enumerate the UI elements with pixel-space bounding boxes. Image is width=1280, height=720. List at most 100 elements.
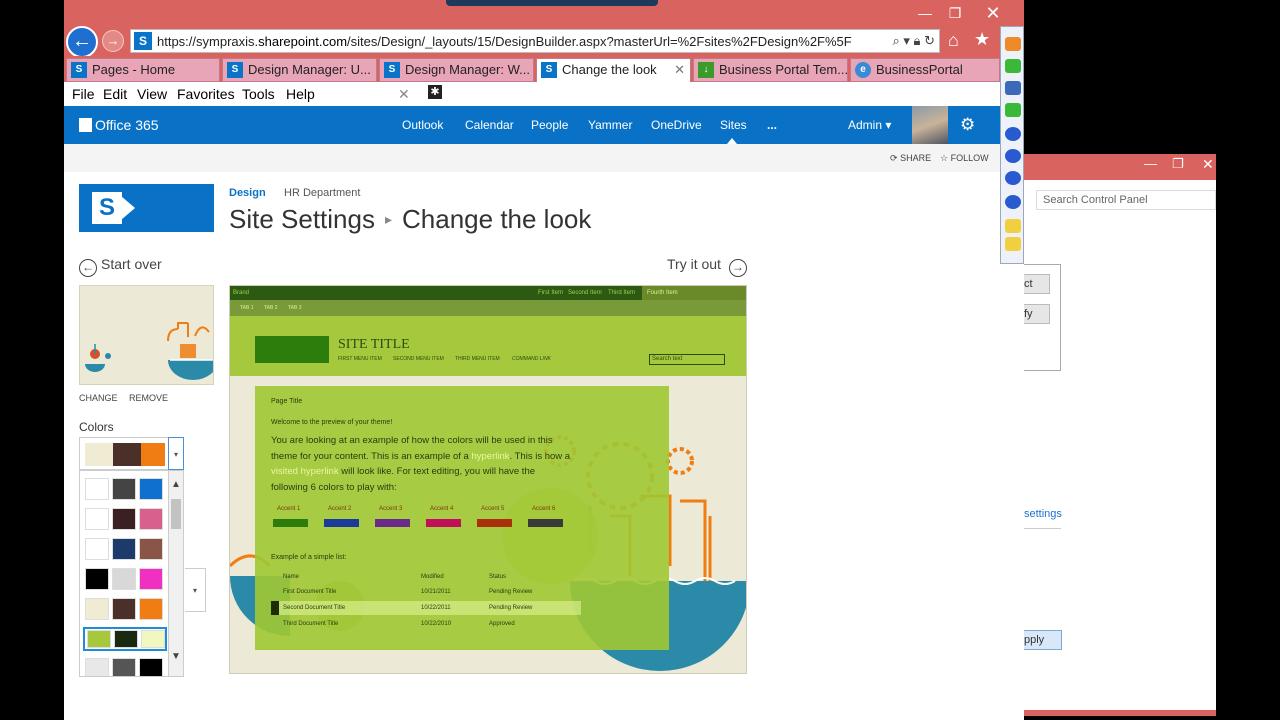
change-link[interactable]: CHANGE [79, 393, 118, 403]
back-button[interactable]: ← [66, 26, 98, 58]
tab-design-manager-u[interactable]: S Design Manager: U... [222, 58, 377, 82]
gear-icon[interactable]: ⚙ [960, 115, 975, 135]
scrollbar-thumb[interactable] [171, 499, 181, 529]
title-bar: — ❐ ✕ [64, 0, 1024, 26]
office365-logo[interactable]: Office 365 [79, 117, 159, 133]
font-dropdown-arrow-icon[interactable]: ▾ [185, 568, 206, 612]
close-button[interactable]: ✕ [978, 2, 1008, 24]
menu-help[interactable]: Help [286, 86, 315, 102]
preview-content: Page Title Welcome to the preview of you… [255, 386, 669, 650]
dropdown-arrow-icon[interactable]: ▾ [168, 437, 184, 470]
nav-calendar[interactable]: Calendar [465, 118, 514, 132]
cp-apply-button[interactable]: pply [1024, 630, 1062, 650]
cp-select-button[interactable]: ct [1024, 274, 1050, 294]
star-icon: ☆ [940, 153, 949, 163]
browser-window: — ❐ ✕ ← → S https://sympraxis.sharepoint… [64, 0, 1024, 720]
home-icon[interactable]: ⌂ [948, 30, 959, 51]
sharepoint-icon: S [71, 62, 87, 78]
avatar[interactable] [912, 106, 948, 144]
site-logo[interactable]: S [79, 184, 214, 232]
remove-link[interactable]: REMOVE [129, 393, 168, 403]
background-image-thumbnail[interactable] [79, 285, 214, 385]
tab-pages-home[interactable]: S Pages - Home [66, 58, 220, 82]
close-icon[interactable]: ✕ [398, 86, 410, 103]
sharepoint-icon: S [92, 192, 122, 224]
scroll-up-icon[interactable]: ▲ [171, 479, 181, 490]
cp-close-button[interactable]: ✕ [1202, 156, 1214, 173]
o365-suite-bar: Office 365 Outlook Calendar People Yamme… [64, 106, 1024, 144]
control-panel-search[interactable]: Search Control Panel [1036, 190, 1216, 210]
toolbar-pen-icon[interactable] [1005, 195, 1021, 209]
nav-yammer[interactable]: Yammer [588, 118, 632, 132]
refresh-icon[interactable]: ↻ [924, 33, 935, 48]
try-it-out-link[interactable]: Try it out → [667, 256, 747, 277]
nav-onedrive[interactable]: OneDrive [651, 118, 702, 132]
accent-swatch [273, 519, 308, 527]
toolbar-chat-icon[interactable] [1005, 171, 1021, 185]
accent-label: Accent 4 [430, 506, 454, 512]
color-scheme-option[interactable] [83, 507, 167, 531]
color-scheme-option[interactable] [83, 537, 167, 561]
scroll-down-icon[interactable]: ▼ [171, 651, 181, 662]
color-scheme-option[interactable] [83, 627, 167, 651]
preview-list-cell: First Document Title [283, 589, 337, 595]
url-tools[interactable]: ⌕ ▾ 🔒︎ ↻ [892, 33, 935, 49]
color-scheme-option[interactable] [83, 657, 167, 676]
menu-view[interactable]: View [137, 86, 167, 102]
toolbar-pause-icon[interactable] [1005, 127, 1021, 141]
minimize-button[interactable]: — [910, 2, 940, 24]
accent-swatch [426, 519, 461, 527]
cp-minimize-button[interactable]: — [1144, 156, 1157, 171]
menu-edit[interactable]: Edit [103, 86, 127, 102]
theme-preview: Brand First Item Second Item Third Item … [229, 285, 747, 674]
addon-icon[interactable]: ✱ [428, 85, 442, 99]
url-field[interactable]: S https://sympraxis.sharepoint.com/sites… [130, 29, 940, 53]
tab-businessportal[interactable]: e BusinessPortal [850, 58, 1000, 82]
toolbar-camera-icon[interactable] [1005, 81, 1021, 95]
color-scheme-option[interactable] [83, 597, 167, 621]
start-over-link[interactable]: ← Start over [79, 256, 162, 277]
menu-tools[interactable]: Tools [242, 86, 275, 102]
toolbar-screen-icon[interactable] [1005, 103, 1021, 117]
nav-outlook[interactable]: Outlook [402, 118, 443, 132]
share-button[interactable]: ⟳ SHARE [890, 153, 931, 164]
cp-maximize-button[interactable]: ❐ [1172, 156, 1184, 172]
menu-favorites[interactable]: Favorites [177, 86, 235, 102]
color-scheme-option[interactable] [83, 567, 167, 591]
nav-sites[interactable]: Sites [720, 118, 747, 132]
toolbar-pointer-icon[interactable] [1005, 149, 1021, 163]
close-tab-icon[interactable]: ✕ [674, 59, 685, 81]
toolbar-mic-icon[interactable] [1005, 59, 1021, 73]
tab-business-portal-template[interactable]: ↓ Business Portal Tem... [693, 58, 848, 82]
cp-modify-button[interactable]: fy [1024, 304, 1050, 324]
nav-more[interactable]: ... [767, 118, 777, 132]
tab-design-manager-w[interactable]: S Design Manager: W... [379, 58, 534, 82]
maximize-button[interactable]: ❐ [940, 2, 970, 24]
color-swatch [139, 538, 163, 560]
lock-icon[interactable]: 🔒︎ [914, 33, 921, 48]
preview-header: SITE TITLE FIRST MENU ITEM SECOND MENU I… [230, 316, 746, 376]
toolbar-help-icon[interactable] [1005, 237, 1021, 251]
preview-list-cell: Second Document Title [283, 605, 346, 611]
title-site-settings[interactable]: Site Settings [229, 204, 375, 234]
chevron-down-icon[interactable]: ▾ [903, 33, 910, 48]
breadcrumb-hr-department[interactable]: HR Department [284, 187, 360, 199]
cp-settings-link[interactable]: settings [1024, 508, 1062, 520]
download-icon: ↓ [698, 62, 714, 78]
forward-button[interactable]: → [102, 30, 124, 52]
favorites-star-icon[interactable]: ★ [974, 29, 990, 50]
nav-people[interactable]: People [531, 118, 568, 132]
user-menu[interactable]: Admin ▾ [848, 118, 891, 132]
search-icon[interactable]: ⌕ [892, 33, 899, 48]
color-swatch [85, 478, 109, 500]
follow-button[interactable]: ☆ FOLLOW [940, 153, 989, 164]
color-scheme-option[interactable] [83, 477, 167, 501]
toolbar-hand-icon[interactable] [1005, 219, 1021, 233]
color-list-scrollbar[interactable]: ▲ ▼ [168, 470, 184, 677]
breadcrumb-design[interactable]: Design [229, 187, 266, 199]
color-swatch [112, 538, 136, 560]
menu-file[interactable]: File [72, 86, 95, 102]
color-swatch [85, 598, 109, 620]
toolbar-folder-icon[interactable] [1005, 37, 1021, 51]
tab-change-the-look[interactable]: S Change the look ✕ [536, 58, 691, 82]
